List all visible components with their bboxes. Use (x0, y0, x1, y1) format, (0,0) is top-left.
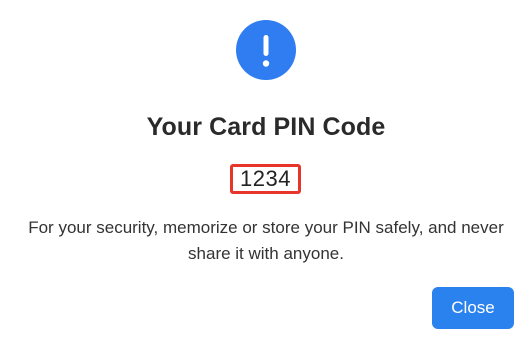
pin-highlight-box: 1234 (230, 164, 301, 194)
security-message: For your security, memorize or store you… (28, 218, 504, 263)
exclamation-icon (236, 20, 296, 80)
pin-code-value: 1234 (240, 166, 291, 191)
pin-code-dialog: Your Card PIN Code 1234 For your securit… (0, 0, 532, 344)
dialog-title: Your Card PIN Code (146, 113, 386, 141)
close-button[interactable]: Close (432, 287, 514, 329)
